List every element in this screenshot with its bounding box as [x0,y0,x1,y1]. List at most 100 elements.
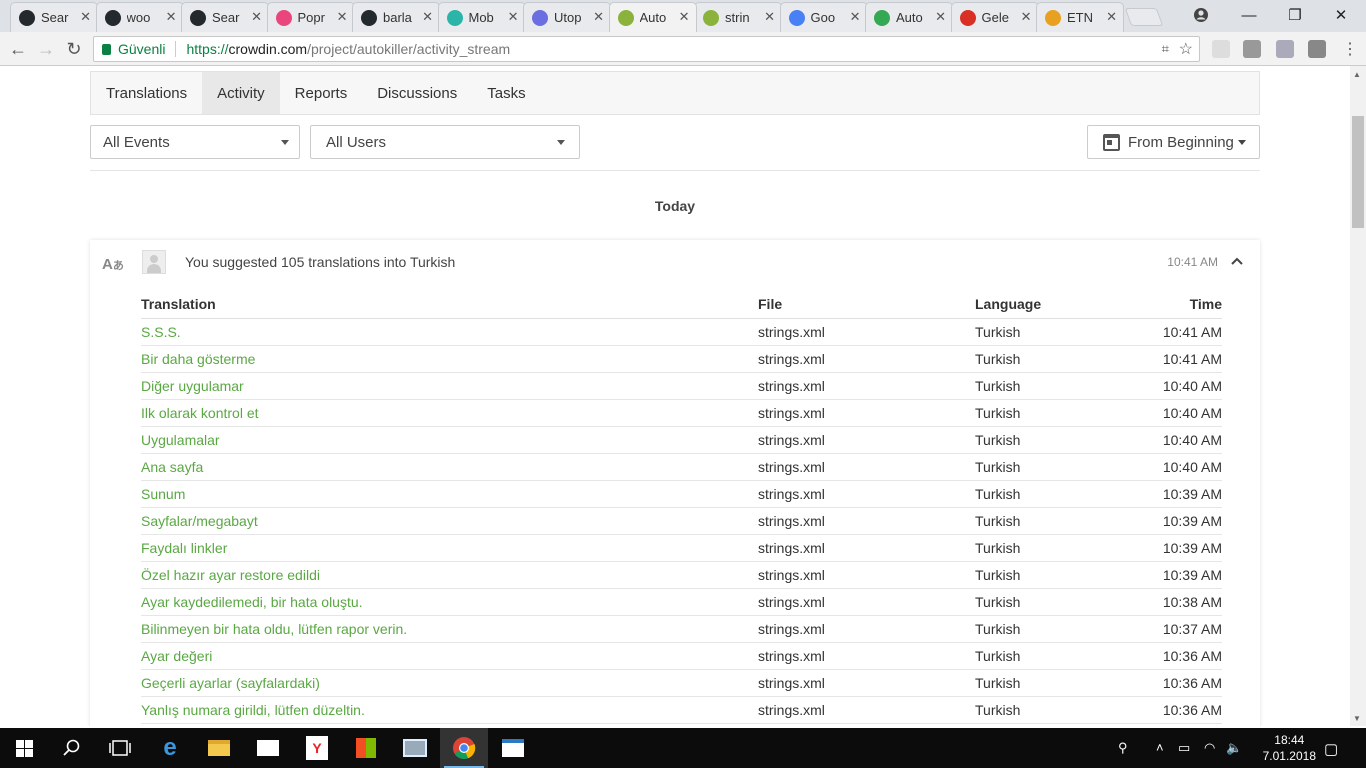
wifi-icon[interactable]: ◠ [1204,740,1215,756]
tab-activity[interactable]: Activity [202,72,280,114]
forward-icon[interactable]: → [34,37,58,61]
tab-tasks[interactable]: Tasks [472,72,540,114]
profile-icon[interactable] [1178,0,1224,30]
close-tab-icon[interactable]: ✕ [251,9,262,25]
bookmark-star-icon[interactable]: ☆ [1179,39,1193,59]
mail-icon[interactable] [244,728,292,768]
close-tab-icon[interactable]: ✕ [166,9,177,25]
close-tab-icon[interactable]: ✕ [679,9,690,25]
close-tab-icon[interactable]: ✕ [764,9,775,25]
file-explorer-icon[interactable] [195,728,243,768]
yandex-icon[interactable]: Y [293,728,341,768]
translate-icon[interactable]: ⌗ [1162,41,1169,57]
chevron-up-icon[interactable]: ˄ [1156,740,1164,755]
control-panel-icon[interactable] [391,728,439,768]
scroll-thumb[interactable] [1352,116,1364,228]
close-window-button[interactable]: ✕ [1318,0,1364,30]
extension-icon[interactable] [1212,40,1230,58]
date-range-button[interactable]: From Beginning [1087,125,1260,159]
time-cell: 10:40 AM [1095,372,1222,400]
browser-tab[interactable]: strin ✕ [694,2,782,32]
translation-link[interactable]: S.S.S. [141,318,758,346]
menu-icon[interactable]: ⋮ [1338,37,1362,61]
translation-link[interactable]: Faydalı linkler [141,534,758,562]
translation-link[interactable]: Bir daha gösterme [141,345,758,373]
time-cell: 10:40 AM [1095,453,1222,481]
column-header: File [758,290,975,319]
minimize-button[interactable]: — [1226,0,1272,30]
close-tab-icon[interactable]: ✕ [850,9,861,25]
translation-link[interactable]: Ana sayfa [141,453,758,481]
notifications-icon[interactable]: ▢ [1324,740,1338,758]
close-tab-icon[interactable]: ✕ [1021,9,1032,25]
close-tab-icon[interactable]: ✕ [337,9,348,25]
browser-tab[interactable]: ETN ✕ [1036,2,1124,32]
translation-link[interactable]: Ayar kaydedilemedi, bir hata oluştu. [141,588,758,616]
extension-icon[interactable] [1243,40,1261,58]
battery-icon[interactable]: ▭ [1178,740,1190,756]
users-filter-select[interactable]: All Users [310,125,580,159]
task-view-icon[interactable] [96,728,144,768]
translation-link[interactable]: Geçerli ayarlar (sayfalardaki) [141,669,758,697]
close-tab-icon[interactable]: ✕ [422,9,433,25]
secure-indicator[interactable]: Güvenli [102,41,165,57]
browser-tab[interactable]: woo ✕ [95,2,184,32]
collapse-chevron-icon[interactable] [1231,253,1243,268]
close-tab-icon[interactable]: ✕ [593,9,604,25]
store-icon[interactable] [342,728,390,768]
github-icon [190,9,206,26]
page-scrollbar[interactable]: ▲ ▼ [1350,66,1366,726]
shield-icon[interactable] [1276,40,1294,58]
url-text[interactable]: https://crowdin.com/project/autokiller/a… [186,41,510,57]
table-row: Özel hazır ayar restore edildi strings.xm… [141,561,1222,589]
translation-link[interactable]: Ilk olarak kontrol et [141,399,758,427]
reload-icon[interactable]: ↻ [62,37,86,61]
close-tab-icon[interactable]: ✕ [1106,9,1117,25]
extension-icon[interactable] [1308,40,1326,58]
browser-tab[interactable]: Auto ✕ [865,2,953,32]
address-bar[interactable]: Güvenli https://crowdin.com/project/auto… [93,36,1200,62]
file-cell: strings.xml [758,561,975,589]
search-icon[interactable] [48,728,96,768]
translation-link[interactable]: Ayar değeri [141,642,758,670]
scroll-down-icon[interactable]: ▼ [1353,714,1361,723]
people-icon[interactable]: ⚲ [1118,740,1128,756]
events-filter-select[interactable]: All Events [90,125,300,159]
scroll-up-icon[interactable]: ▲ [1353,70,1361,79]
new-tab-button[interactable] [1124,8,1164,26]
translation-link[interactable]: Uygulamalar [141,426,758,454]
browser-tab[interactable]: Auto ✕ [608,2,697,32]
chrome-icon[interactable] [440,728,488,768]
start-button[interactable] [0,728,48,768]
table-row: Bir daha gösterme strings.xml Turkish 10:41… [141,345,1222,373]
close-tab-icon[interactable]: ✕ [80,9,91,25]
system-clock[interactable]: 18:44 7.01.2018 [1263,732,1316,764]
browser-tab[interactable]: Popr ✕ [266,2,355,32]
tab-reports[interactable]: Reports [280,72,363,114]
browser-tab[interactable]: Goo ✕ [779,2,868,32]
time-cell: 10:40 AM [1095,426,1222,454]
app-window-icon[interactable] [489,728,537,768]
browser-tab[interactable]: Sear ✕ [181,2,269,32]
close-tab-icon[interactable]: ✕ [935,9,946,25]
browser-tab[interactable]: Utop ✕ [523,2,611,32]
tab-discussions[interactable]: Discussions [362,72,472,114]
browser-tab[interactable]: Mob ✕ [437,2,526,32]
browser-tab[interactable]: Gele ✕ [950,2,1039,32]
translation-link[interactable]: Sayfalar/megabayt [141,507,758,535]
browser-tab[interactable]: Sear ✕ [10,2,98,32]
edge-icon[interactable]: e [146,728,194,768]
close-tab-icon[interactable]: ✕ [508,9,519,25]
restore-button[interactable]: ❐ [1272,0,1318,30]
translation-link[interactable]: Bilinmeyen bir hata oldu, lütfen rapor v… [141,615,758,643]
file-cell: strings.xml [758,480,975,508]
translation-link[interactable]: Yanlış numara girildi, lütfen düzeltin. [141,696,758,724]
back-icon[interactable]: ← [6,37,30,61]
browser-tab[interactable]: barla ✕ [352,2,440,32]
translation-link[interactable]: Sunum [141,480,758,508]
translation-link[interactable]: Özel hazır ayar restore edildi [141,561,758,589]
translation-link[interactable]: Diğer uygulamar [141,372,758,400]
volume-icon[interactable]: 🔈 [1226,740,1242,756]
tab-translations[interactable]: Translations [91,72,202,114]
table-row: Bilinmeyen bir hata oldu, lütfen rapor v… [141,615,1222,643]
